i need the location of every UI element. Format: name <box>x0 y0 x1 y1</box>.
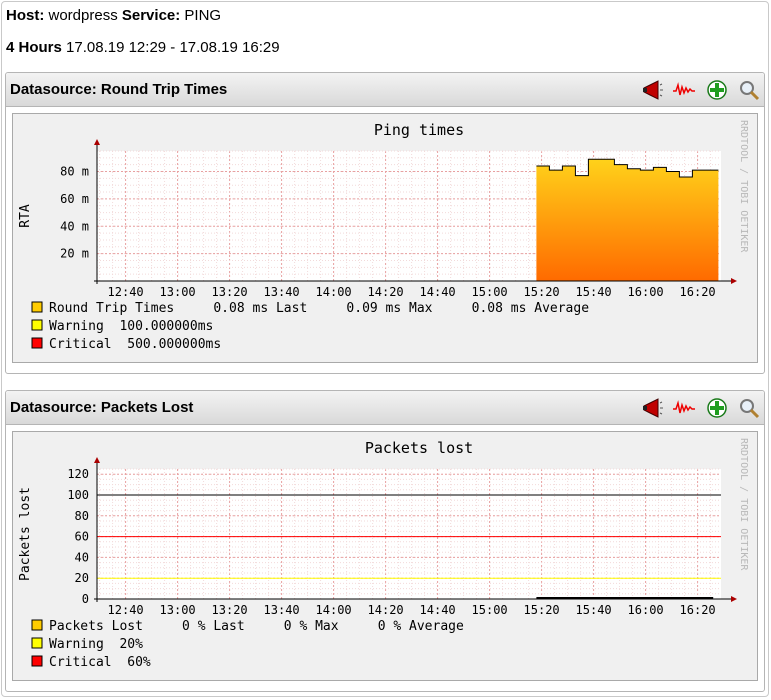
host-value: wordpress <box>48 7 118 24</box>
ping-times-chart: 12:40 13:00 13:20 13:40 14:00 14:20 14:40 15:00… <box>18 120 749 352</box>
y-axis-label: Packets lost <box>18 487 33 581</box>
y-axis-arrow <box>94 457 100 463</box>
y-tick-label: 120 <box>67 467 89 481</box>
packets-lost-chart: 12:40 13:00 13:20 13:40 14:00 14:20 14:40 15:00… <box>18 438 749 670</box>
legend-entry: Warning 20% <box>49 637 143 652</box>
time-range-line: 4 Hours 17.08.19 12:29 - 17.08.19 16:29 <box>6 39 280 56</box>
legend-swatch <box>31 319 43 331</box>
x-tick-label: 15:00 <box>472 603 508 617</box>
chart-title: Ping times <box>374 121 464 139</box>
add-icon[interactable] <box>706 79 728 101</box>
panel-title: Datasource: Packets Lost <box>10 399 194 416</box>
panel-header: Datasource: Round Trip Times <box>6 73 764 107</box>
legend-entry: Round Trip Times 0.08 ms Last 0.09 ms Ma… <box>49 301 589 316</box>
legend-entry: Critical 60% <box>49 655 151 670</box>
panel-actions <box>635 79 760 101</box>
host-service-line: Host: wordpress Service: PING <box>6 7 221 24</box>
legend-entry: Critical 500.000000ms <box>49 337 221 352</box>
x-tick-label: 13:40 <box>264 285 300 299</box>
x-tick-label: 14:20 <box>368 285 404 299</box>
graph-image: 12:40 13:00 13:20 13:40 14:00 14:20 14:40 15:00… <box>12 431 758 681</box>
megaphone-icon[interactable] <box>641 397 663 419</box>
y-tick-label: 60 <box>75 530 89 544</box>
y-tick-label: 40 <box>75 550 89 564</box>
legend-swatch <box>31 637 43 649</box>
x-tick-label: 12:40 <box>108 603 144 617</box>
x-tick-label: 12:40 <box>108 285 144 299</box>
x-tick-label: 13:00 <box>160 285 196 299</box>
x-tick-label: 14:00 <box>316 285 352 299</box>
y-tick-label: 20 <box>75 571 89 585</box>
rrdtool-watermark: RRDTOOL / TOBI OETIKER <box>738 120 749 253</box>
y-tick-label: 80 <box>75 509 89 523</box>
graph-image: 12:40 13:00 13:20 13:40 14:00 14:20 14:40 15:00… <box>12 113 758 363</box>
x-tick-label: 13:20 <box>212 285 248 299</box>
panel-actions <box>635 397 760 419</box>
zoom-icon[interactable] <box>738 397 760 419</box>
panel-round-trip-times: Datasource: Round Trip Times 12:40 13:00 1… <box>5 72 765 374</box>
period-label: 4 Hours <box>6 39 62 56</box>
x-tick-label: 16:20 <box>680 285 716 299</box>
x-tick-label: 15:00 <box>472 285 508 299</box>
x-tick-label: 14:40 <box>420 603 456 617</box>
zoom-icon[interactable] <box>738 79 760 101</box>
legend-swatch <box>31 655 43 667</box>
y-tick-label: 40 m <box>60 219 89 233</box>
x-tick-label: 15:20 <box>524 603 560 617</box>
y-axis-label: RTA <box>18 204 33 228</box>
megaphone-icon[interactable] <box>641 79 663 101</box>
chart-title: Packets lost <box>365 439 473 457</box>
x-tick-label: 16:00 <box>628 603 664 617</box>
x-tick-label: 14:20 <box>368 603 404 617</box>
x-tick-label: 15:40 <box>576 285 612 299</box>
x-tick-label: 13:40 <box>264 603 300 617</box>
y-tick-label: 80 m <box>60 165 89 179</box>
host-label: Host: <box>6 7 45 24</box>
x-tick-label: 16:00 <box>628 285 664 299</box>
period-value: 17.08.19 12:29 - 17.08.19 16:29 <box>66 39 280 56</box>
legend-entry: Packets Lost 0 % Last 0 % Max 0 % Averag… <box>49 619 464 634</box>
rrdtool-watermark: RRDTOOL / TOBI OETIKER <box>738 438 749 571</box>
x-tick-label: 16:20 <box>680 603 716 617</box>
legend-swatch <box>31 337 43 349</box>
x-tick-label: 15:20 <box>524 285 560 299</box>
panel-title: Datasource: Round Trip Times <box>10 81 228 98</box>
legend-swatch <box>31 301 43 313</box>
service-label: Service: <box>121 7 181 24</box>
x-tick-label: 14:00 <box>316 603 352 617</box>
panel-packets-lost: Datasource: Packets Lost 12:40 13:00 13:20… <box>5 390 765 692</box>
waveform-icon[interactable] <box>673 397 696 419</box>
y-tick-label: 60 m <box>60 192 89 206</box>
legend-entry: Warning 100.000000ms <box>49 319 213 334</box>
x-tick-label: 13:20 <box>212 603 248 617</box>
panel-header: Datasource: Packets Lost <box>6 391 764 425</box>
y-tick-label: 0 <box>82 592 89 606</box>
x-tick-label: 14:40 <box>420 285 456 299</box>
plot-area <box>97 469 721 599</box>
service-value: PING <box>184 7 222 24</box>
x-tick-label: 13:00 <box>160 603 196 617</box>
x-axis-arrow <box>731 278 737 284</box>
waveform-icon[interactable] <box>673 79 696 101</box>
x-tick-label: 15:40 <box>576 603 612 617</box>
y-tick-label: 20 m <box>60 247 89 261</box>
add-icon[interactable] <box>706 397 728 419</box>
y-axis-arrow <box>94 139 100 145</box>
legend-swatch <box>31 619 43 631</box>
x-axis-arrow <box>731 596 737 602</box>
y-tick-label: 100 <box>67 488 89 502</box>
